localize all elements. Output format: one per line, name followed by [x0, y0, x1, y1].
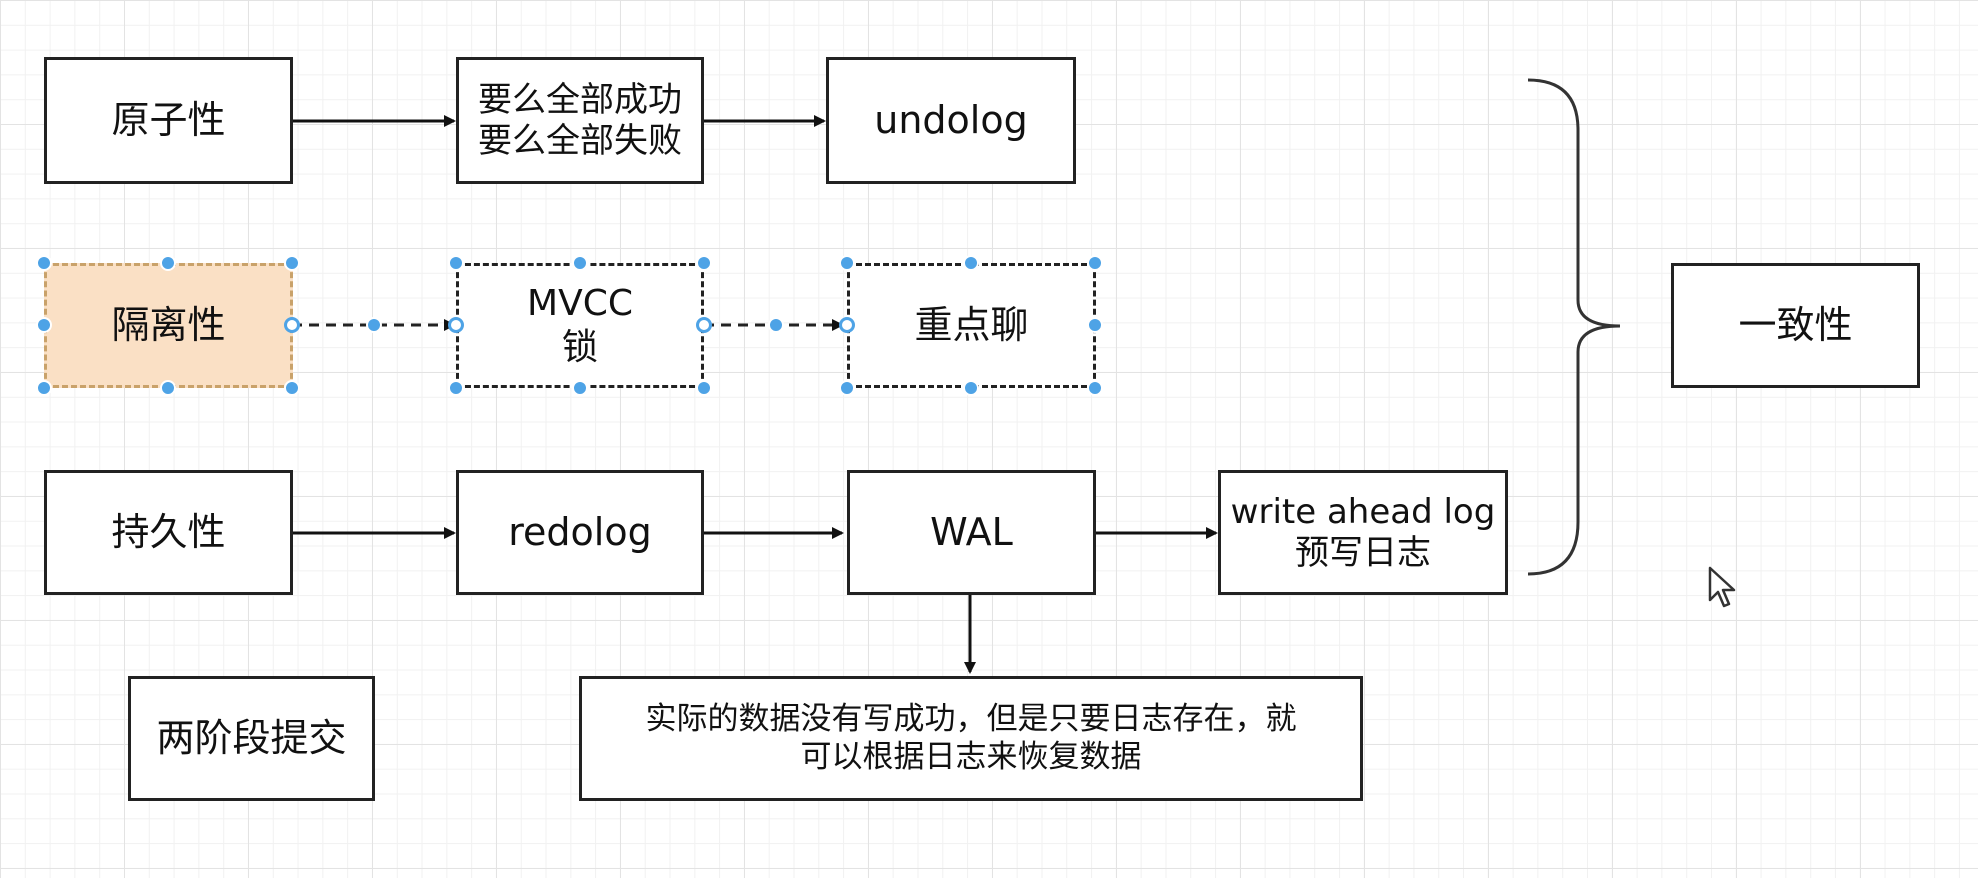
- edge-waypoint-handle[interactable]: [768, 317, 784, 333]
- resize-handle[interactable]: [1087, 380, 1103, 396]
- resize-handle[interactable]: [1087, 317, 1103, 333]
- diagram-canvas[interactable]: 原子性 要么全部成功 要么全部失败 undolog 隔离性 MVCC 锁 重点聊…: [0, 0, 1978, 878]
- resize-handle[interactable]: [839, 380, 855, 396]
- resize-handle[interactable]: [160, 255, 176, 271]
- resize-handle[interactable]: [160, 380, 176, 396]
- connection-point[interactable]: [696, 317, 712, 333]
- mouse-cursor-icon: [1708, 566, 1736, 608]
- resize-handle[interactable]: [36, 317, 52, 333]
- resize-handle[interactable]: [284, 380, 300, 396]
- resize-handle[interactable]: [284, 255, 300, 271]
- edge-waypoint-handle[interactable]: [366, 317, 382, 333]
- node-consistency[interactable]: 一致性: [1671, 263, 1920, 388]
- node-wal[interactable]: WAL: [847, 470, 1096, 595]
- node-write-ahead-log[interactable]: write ahead log 预写日志: [1218, 470, 1508, 595]
- curly-brace[interactable]: [1527, 78, 1621, 576]
- node-recovery-note[interactable]: 实际的数据没有写成功，但是只要日志存在，就 可以根据日志来恢复数据: [579, 676, 1363, 801]
- node-mvcc-lock[interactable]: MVCC 锁: [456, 263, 704, 388]
- connection-point[interactable]: [839, 317, 855, 333]
- node-focus-topic[interactable]: 重点聊: [847, 263, 1096, 388]
- resize-handle[interactable]: [448, 255, 464, 271]
- resize-handle[interactable]: [36, 255, 52, 271]
- node-atomicity[interactable]: 原子性: [44, 57, 293, 184]
- resize-handle[interactable]: [572, 380, 588, 396]
- connection-point[interactable]: [448, 317, 464, 333]
- resize-handle[interactable]: [963, 255, 979, 271]
- resize-handle[interactable]: [572, 255, 588, 271]
- resize-handle[interactable]: [448, 380, 464, 396]
- node-redolog[interactable]: redolog: [456, 470, 704, 595]
- resize-handle[interactable]: [696, 255, 712, 271]
- node-isolation[interactable]: 隔离性: [44, 263, 293, 388]
- resize-handle[interactable]: [1087, 255, 1103, 271]
- resize-handle[interactable]: [839, 255, 855, 271]
- resize-handle[interactable]: [36, 380, 52, 396]
- node-all-or-nothing[interactable]: 要么全部成功 要么全部失败: [456, 57, 704, 184]
- resize-handle[interactable]: [963, 380, 979, 396]
- node-two-phase-commit[interactable]: 两阶段提交: [128, 676, 375, 801]
- node-durability[interactable]: 持久性: [44, 470, 293, 595]
- connection-point[interactable]: [284, 317, 300, 333]
- node-undolog[interactable]: undolog: [826, 57, 1076, 184]
- resize-handle[interactable]: [696, 380, 712, 396]
